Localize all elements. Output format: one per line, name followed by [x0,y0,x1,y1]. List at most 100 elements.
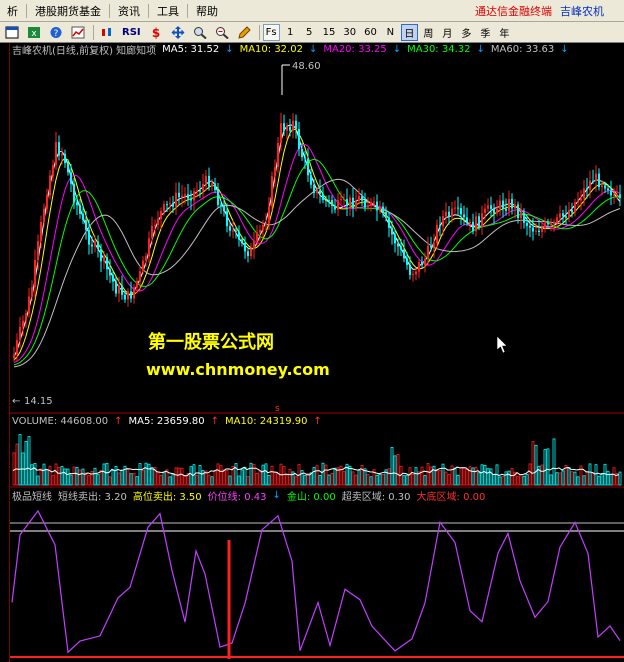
candle-body [259,229,261,233]
chart-icon-button[interactable] [68,24,88,41]
volume-bar [438,470,442,486]
volume-bar [609,473,613,486]
volume-bar [552,438,556,486]
volume-bar [390,446,394,486]
volume-bar [516,475,520,486]
candle-body [418,261,420,272]
volume-bar [357,469,361,486]
period-week[interactable]: 周 [420,24,437,41]
period-60min[interactable]: 60 [361,24,380,41]
period-day[interactable]: 日 [400,23,418,41]
menu-tools[interactable]: 工具 [150,3,186,19]
draw-pen-icon-button[interactable] [234,24,254,41]
volume-bar [168,476,172,486]
candle-body [430,245,432,248]
zoom-out-icon [215,26,229,39]
zoom-icon-button[interactable] [190,24,210,41]
period-15min[interactable]: 15 [320,24,339,41]
volume-bar [216,463,220,486]
period-n[interactable]: N [382,24,399,41]
volume-bar [210,476,214,486]
volume-bar [339,465,343,486]
candle-body [73,183,75,203]
fs-button[interactable]: Fs [262,23,280,41]
candle-body [58,142,60,156]
excel-icon-button[interactable]: x [24,24,44,41]
candle-body [31,287,33,297]
arrow-down-icon: ↓ [476,44,485,55]
period-30min[interactable]: 30 [340,24,359,41]
menu-hk-futures-funds[interactable]: 港股期货基金 [28,3,108,19]
menu-help[interactable]: 帮助 [189,3,225,19]
kline-icon-button[interactable] [97,24,117,41]
candle-body [76,202,78,206]
volume-bar [57,467,61,486]
period-year[interactable]: 年 [496,24,513,41]
candle-body [148,238,150,257]
volume-bar [387,468,391,486]
volume-bar [492,473,496,486]
moving-average-lines [13,124,621,368]
volume-bar [240,469,244,486]
chart-area[interactable]: 48.60 ← 14.15 s 吉峰农机(日线,前复权) 知廊知项 MA5: 3… [0,43,624,662]
volume-bar [207,474,211,486]
candle-body [310,175,312,185]
candle-body [610,190,612,196]
candle-body [583,188,585,199]
candle-body [472,221,474,232]
period-5min[interactable]: 5 [301,24,318,41]
volume-bar [246,475,250,486]
chart-icon [71,26,85,38]
candle-body [61,153,63,156]
zoom-out-icon-button[interactable] [212,24,232,41]
menu-news[interactable]: 资讯 [111,3,147,19]
volume-bar [198,465,202,486]
candle-body [379,206,381,211]
candle-body [562,213,564,217]
dollar-icon-button[interactable]: $ [146,24,166,41]
volume-bar [333,467,337,486]
period-month[interactable]: 月 [439,24,456,41]
candle-body [331,200,333,206]
candle-body [133,287,135,299]
zoom-icon [193,26,207,39]
candle-body [244,243,246,252]
left-scroll-bar[interactable] [0,43,10,662]
candle-body [169,203,171,205]
app-brand-title: 通达信金融终端 [475,4,552,18]
move-icon-button[interactable] [168,24,188,41]
help-icon-button[interactable]: ? [46,24,66,41]
rsi-button[interactable]: RSI [119,24,144,41]
pen-icon [237,25,251,39]
menu-analysis[interactable]: 析 [0,3,25,19]
candle-body [154,225,156,227]
volume-bar [255,473,259,486]
candle-body [67,163,69,173]
volume-bar [222,469,226,486]
candle-body [295,120,297,129]
candle-body [424,258,426,266]
volume-bar [498,476,502,486]
period-multi[interactable]: 多 [458,24,475,41]
chart-canvas[interactable]: 48.60 ← 14.15 s [0,43,624,662]
candle-body [301,148,303,158]
volume-bar [558,472,562,486]
candle-body [469,221,471,223]
volume-bar [150,467,154,486]
volume-bar [60,466,64,486]
candle-body [214,183,216,191]
window-icon-button[interactable] [2,24,22,41]
ma60-line [13,178,621,368]
volume-bar [456,474,460,486]
candle-body [325,199,327,201]
volume-bar [273,471,277,486]
candle-body [367,205,369,208]
candle-body [46,195,48,209]
candle-body [493,208,495,214]
volume-bar [84,472,88,486]
candle-body [448,211,450,217]
period-quarter[interactable]: 季 [477,24,494,41]
period-1min[interactable]: 1 [282,24,299,41]
volume-bar [93,467,97,486]
candle-body [355,200,357,209]
